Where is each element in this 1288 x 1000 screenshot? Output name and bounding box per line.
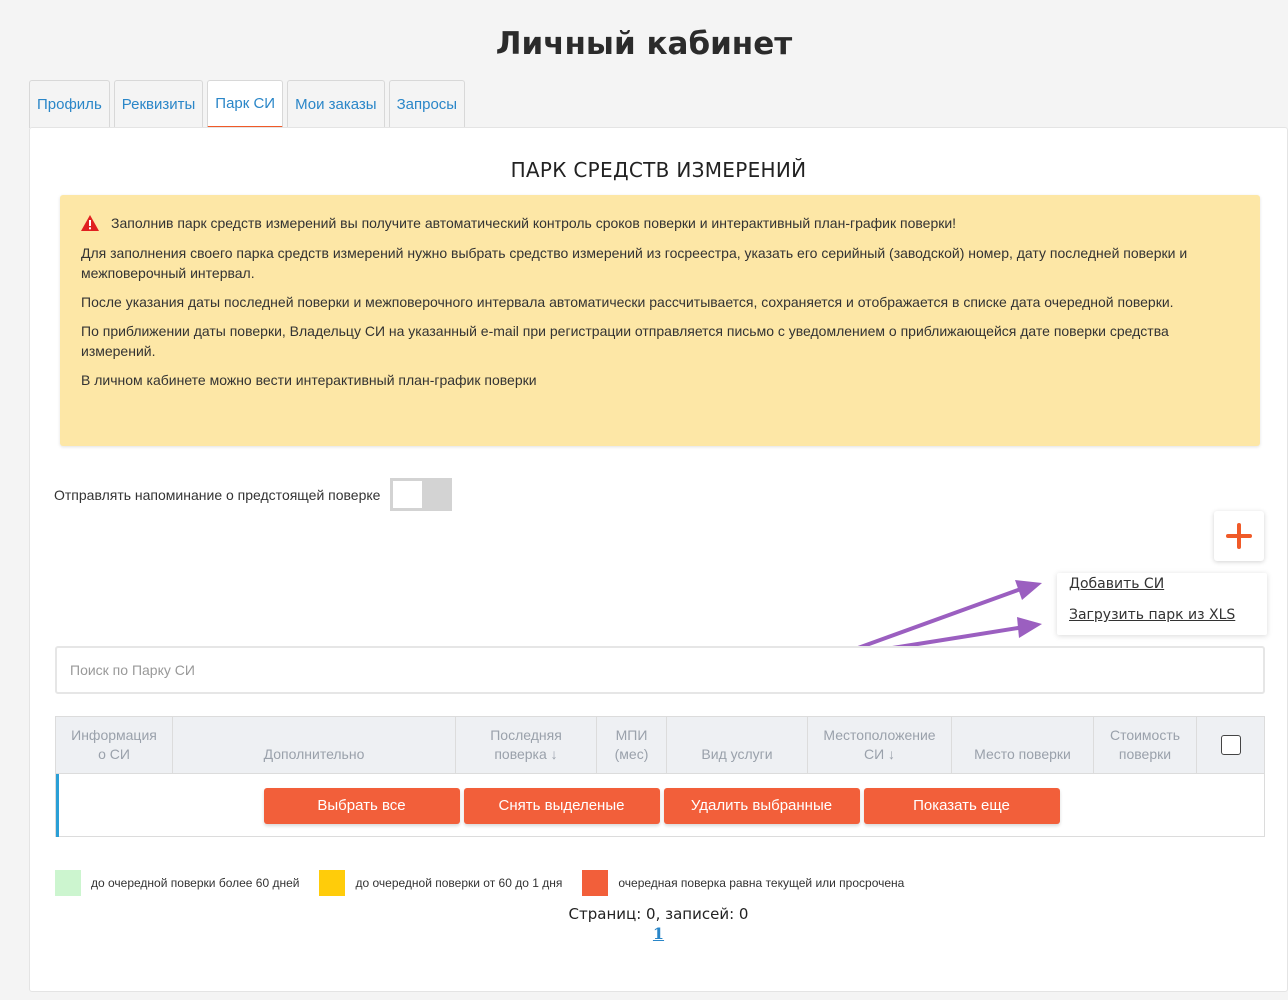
tab-bar: Профиль Реквизиты Парк СИ Мои заказы Зап…	[29, 80, 466, 128]
plus-icon	[1226, 523, 1252, 549]
annotation-arrow	[856, 588, 1020, 650]
column-header[interactable]: Вид услуги	[667, 717, 808, 773]
table-header: Информация о СИ Дополнительно Последняя по…	[56, 717, 1264, 774]
toggle-knob	[393, 481, 423, 508]
column-header[interactable]: Дополнительно	[173, 717, 456, 773]
tab-requests[interactable]: Запросы	[388, 80, 466, 128]
notice-line: По приближении даты поверки, Владельцу С…	[81, 323, 1169, 359]
column-header[interactable]: Стоимость поверки	[1094, 717, 1197, 773]
show-more-button[interactable]: Показать еще	[863, 787, 1060, 824]
upload-xls-link[interactable]: Загрузить парк из XLS	[1069, 608, 1267, 623]
column-header[interactable]: Местоположение СИ ↓	[808, 717, 952, 773]
tab-profile[interactable]: Профиль	[29, 80, 110, 128]
select-all-button[interactable]: Выбрать все	[263, 787, 460, 824]
notice-line: Для заполнения своего парка средств изме…	[81, 245, 1188, 281]
reminder-row: Отправлять напоминание о предстоящей пов…	[54, 478, 453, 511]
tab-requisites[interactable]: Реквизиты	[113, 80, 204, 128]
add-button[interactable]	[1214, 511, 1264, 561]
arrow-head	[1015, 580, 1042, 600]
pagination-info: Страниц: 0, записей: 0	[568, 905, 749, 923]
legend-item: очередная поверка равна текущей или прос…	[582, 870, 904, 896]
legend: до очередной поверки более 60 дней до оч…	[55, 870, 924, 896]
legend-swatch-yellow	[319, 870, 346, 896]
reminder-toggle[interactable]	[390, 478, 453, 511]
column-header[interactable]: Последняя поверка ↓	[456, 717, 597, 773]
column-header[interactable]: МПИ (мес)	[597, 717, 667, 773]
legend-item: до очередной поверки от 60 до 1 дня	[319, 870, 562, 896]
page-title: Личный кабинет	[495, 26, 793, 62]
tab-park-si[interactable]: Парк СИ	[207, 80, 284, 128]
page-link[interactable]: 1	[30, 924, 1287, 943]
search-input[interactable]: Поиск по Парку СИ	[55, 646, 1265, 694]
table-actions-row: Выбрать все Снять выделеные Удалить выбр…	[56, 774, 1264, 837]
main-panel: ПАРК СРЕДСТВ ИЗМЕРЕНИЙ Заполнив парк сре…	[29, 127, 1288, 992]
notice-line: После указания даты последней поверки и …	[81, 294, 1174, 310]
warning-icon	[81, 215, 99, 231]
legend-swatch-green	[55, 870, 81, 896]
column-header[interactable]: Место поверки	[952, 717, 1094, 773]
delete-selected-button[interactable]: Удалить выбранные	[663, 787, 860, 824]
add-si-link[interactable]: Добавить СИ	[1069, 577, 1267, 592]
reminder-label: Отправлять напоминание о предстоящей пов…	[54, 486, 381, 503]
notice-line: Заполнив парк средств измерений вы получ…	[111, 215, 957, 231]
tab-my-orders[interactable]: Мои заказы	[287, 80, 385, 128]
legend-swatch-red	[582, 870, 609, 896]
notice-line: В личном кабинете можно вести интерактив…	[81, 372, 537, 388]
select-all-checkbox[interactable]	[1220, 735, 1241, 755]
section-title: ПАРК СРЕДСТВ ИЗМЕРЕНИЙ	[510, 158, 807, 182]
add-menu: Добавить СИ Загрузить парк из XLS	[1057, 573, 1267, 635]
arrow-head	[1017, 617, 1042, 638]
column-header[interactable]: Информация о СИ	[56, 717, 173, 773]
deselect-button[interactable]: Снять выделеные	[463, 787, 660, 824]
select-all-cell	[1197, 717, 1264, 773]
legend-item: до очередной поверки более 60 дней	[55, 870, 299, 896]
info-notice: Заполнив парк средств измерений вы получ…	[60, 195, 1260, 446]
instruments-table: Информация о СИ Дополнительно Последняя по…	[55, 716, 1265, 837]
